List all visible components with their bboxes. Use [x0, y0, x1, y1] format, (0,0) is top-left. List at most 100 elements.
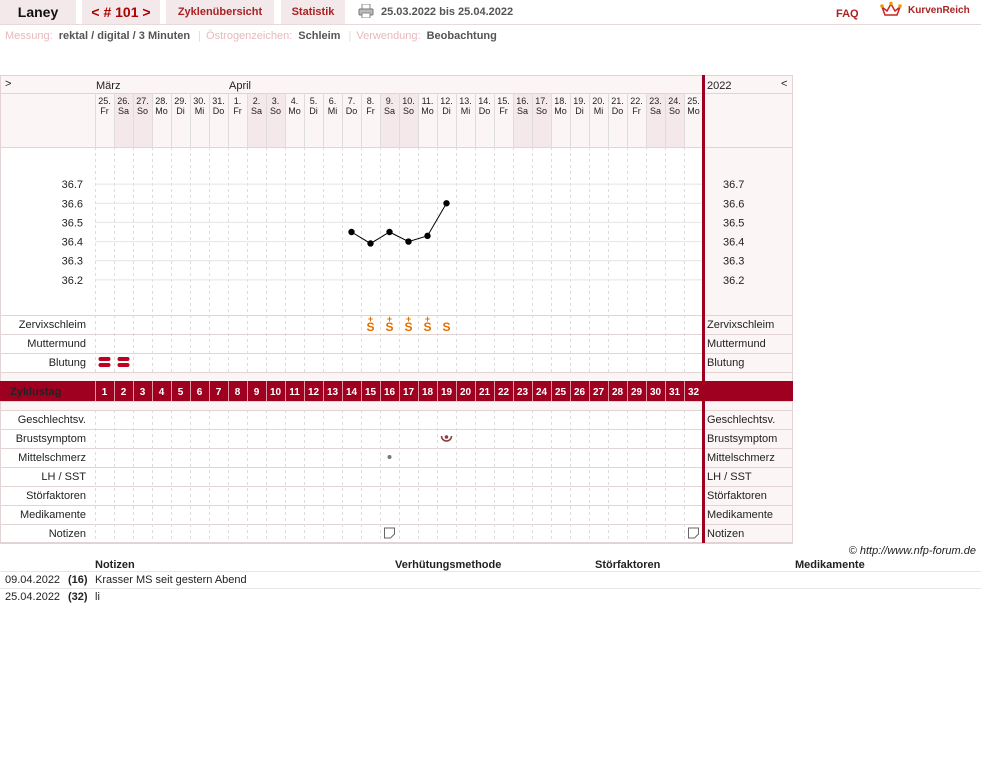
weekday-label: Fr	[233, 106, 242, 116]
temp-tick-left: 36.5	[62, 217, 83, 229]
oestrogen-label: Östrogenzeichen:	[206, 30, 293, 42]
temperature-point	[405, 238, 412, 245]
date-label: 13.	[459, 96, 472, 106]
date-label: 4.	[291, 96, 299, 106]
date-label: 24.	[668, 96, 681, 106]
date-label: 19.	[573, 96, 586, 106]
date-label: 12.	[440, 96, 453, 106]
month-label: März	[96, 80, 120, 92]
note-date: 25.04.2022	[5, 591, 61, 603]
weekday-label: Fr	[100, 106, 109, 116]
notes-header-medikamente: Medikamente	[795, 559, 865, 571]
weekday-label: Do	[479, 106, 491, 116]
temperature-point	[348, 228, 355, 236]
lh-label-left: LH / SST	[41, 471, 86, 483]
cycle-navigator[interactable]: < # 101 >	[82, 0, 160, 24]
weekday-label: Do	[213, 106, 225, 116]
date-label: 8.	[367, 96, 375, 106]
faq-link[interactable]: FAQ	[836, 8, 859, 20]
notizen-label-right: Notizen	[707, 528, 744, 540]
weekday-label: Fr	[366, 106, 375, 116]
cycle-day-number: 29	[631, 387, 643, 398]
weekday-label: So	[669, 106, 680, 116]
cycle-day-number: 25	[555, 387, 567, 398]
cycle-day-number: 3	[140, 387, 146, 398]
measurement-info: Messung: rektal / digital / 3 Minuten | Ös…	[5, 30, 503, 42]
notes-header-notizen: Notizen	[95, 559, 135, 571]
weekday-label: So	[403, 106, 414, 116]
printer-icon[interactable]	[358, 4, 374, 18]
crown-logo-icon	[880, 1, 902, 16]
cycle-day-number: 16	[384, 387, 396, 398]
cycle-day-number: 10	[270, 387, 282, 398]
cycle-day-number: 15	[365, 387, 377, 398]
stoer-label-right: Störfaktoren	[707, 490, 767, 502]
separator: |	[198, 30, 201, 42]
cycle-day-number: 9	[254, 387, 260, 398]
temp-tick-left: 36.4	[62, 237, 83, 249]
cycle-day-number: 4	[159, 387, 165, 398]
table-row: 25.04.2022 (32) li	[0, 588, 981, 605]
date-label: 14.	[478, 96, 491, 106]
temp-tick-left: 36.3	[62, 256, 83, 268]
blutung-label-right: Blutung	[707, 357, 744, 369]
note-text: Krasser MS seit gestern Abend	[95, 574, 247, 586]
date-label: 11.	[422, 96, 434, 106]
weekday-label: Di	[309, 106, 318, 116]
breast-symptom-dot	[444, 435, 449, 439]
date-label: 7.	[348, 96, 356, 106]
weekday-label: Do	[612, 106, 624, 116]
date-label: 20.	[592, 96, 605, 106]
date-label: 25.	[687, 96, 700, 106]
date-label: 26.	[117, 96, 130, 106]
date-label: 25.	[98, 96, 111, 106]
mittelschmerz-mark	[387, 455, 392, 459]
temperature-point	[424, 232, 431, 240]
user-name: Laney	[0, 0, 76, 24]
weekday-label: Di	[442, 106, 451, 116]
temp-tick-right: 36.2	[723, 275, 744, 287]
cycle-day-number: 6	[197, 387, 203, 398]
weekday-label: Di	[176, 106, 185, 116]
date-label: 10.	[402, 96, 415, 106]
year-label: 2022	[707, 80, 731, 92]
tab-statistics[interactable]: Statistik	[281, 0, 345, 24]
weekday-label: Do	[346, 106, 358, 116]
date-label: 23.	[649, 96, 662, 106]
notes-header-stoerfaktoren: Störfaktoren	[595, 559, 661, 571]
month-label: April	[229, 80, 251, 92]
date-label: 9.	[386, 96, 394, 106]
weekday-label: Mi	[594, 106, 604, 116]
note-cycle-day: (16)	[68, 574, 88, 586]
weekday-label: Sa	[517, 106, 528, 116]
date-label: 27.	[136, 96, 149, 106]
date-label: 22.	[630, 96, 643, 106]
cycle-chart: > <März April 202225.Fr26.Sa27.So28.Mo29.Di…	[0, 75, 793, 544]
verwendung-value: Beobachtung	[426, 30, 497, 42]
cycle-day-number: 11	[289, 387, 300, 398]
temp-tick-left: 36.7	[62, 179, 83, 191]
brand-logo[interactable]: KurvenReich	[908, 5, 970, 16]
messung-value: rektal / digital / 3 Minuten	[58, 30, 191, 42]
weekday-label: Sa	[118, 106, 129, 116]
date-label: 1.	[234, 96, 242, 106]
date-label: 31.	[212, 96, 225, 106]
cycle-day-number: 12	[308, 387, 320, 398]
cycle-day-number: 23	[517, 387, 529, 398]
muttermund-label-left: Muttermund	[27, 338, 86, 350]
table-row: 09.04.2022 (16) Krasser MS seit gestern …	[0, 571, 981, 588]
cycle-day-number: 2	[121, 387, 127, 398]
zervixschleim-label-right: Zervixschleim	[707, 319, 774, 331]
date-label: 15.	[497, 96, 510, 106]
temperature-point	[443, 200, 450, 207]
separator: |	[348, 30, 352, 42]
weekday-label: Mi	[328, 106, 338, 116]
zervix-plus-mark: +	[425, 314, 430, 324]
cycle-day-number: 7	[216, 387, 222, 398]
temp-tick-right: 36.7	[723, 179, 744, 191]
medi-label-left: Medikamente	[20, 509, 86, 521]
tab-cycle-overview[interactable]: Zyklenübersicht	[166, 0, 274, 24]
weekday-label: Sa	[650, 106, 661, 116]
weekday-label: Di	[575, 106, 584, 116]
cycle-day-number: 8	[235, 387, 241, 398]
